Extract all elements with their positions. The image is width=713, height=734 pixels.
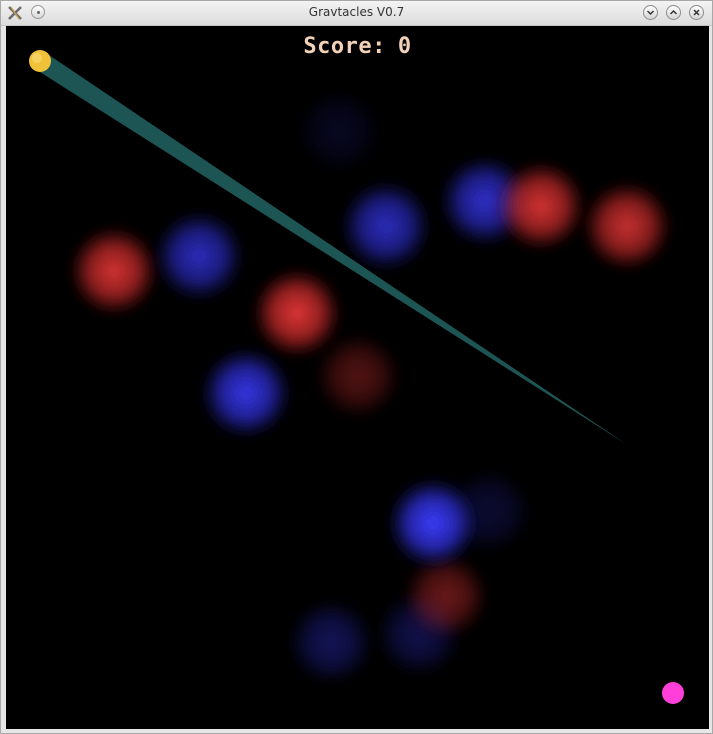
repulsor-orb [251, 267, 343, 359]
minimize-button[interactable] [643, 5, 658, 20]
chevron-up-icon [669, 9, 678, 15]
repulsor-orb [68, 225, 160, 317]
game-canvas[interactable]: Score: 0 [6, 26, 709, 729]
close-icon [693, 9, 700, 16]
attractor-orb [340, 180, 432, 272]
repulsor-orb [495, 160, 587, 252]
window-title: Gravtacles V0.7 [308, 5, 405, 19]
maximize-button[interactable] [666, 5, 681, 20]
attractor-orb [200, 347, 292, 439]
attractor-orb [387, 477, 479, 569]
attractor-orb [295, 87, 383, 175]
score-value: 0 [397, 34, 412, 59]
score-label: Score: [303, 34, 386, 59]
target-ball [662, 682, 684, 704]
game-window: Gravtacles V0.7 Score: 0 [0, 0, 713, 734]
playfield [29, 50, 684, 704]
chevron-down-icon [646, 10, 655, 16]
attractor-orb [287, 598, 375, 686]
attractor-orb [153, 210, 245, 302]
title-bar[interactable]: Gravtacles V0.7 [1, 1, 712, 26]
score-display: Score: 0 [6, 34, 709, 59]
repulsor-orb [581, 180, 673, 272]
close-button[interactable] [689, 5, 704, 20]
